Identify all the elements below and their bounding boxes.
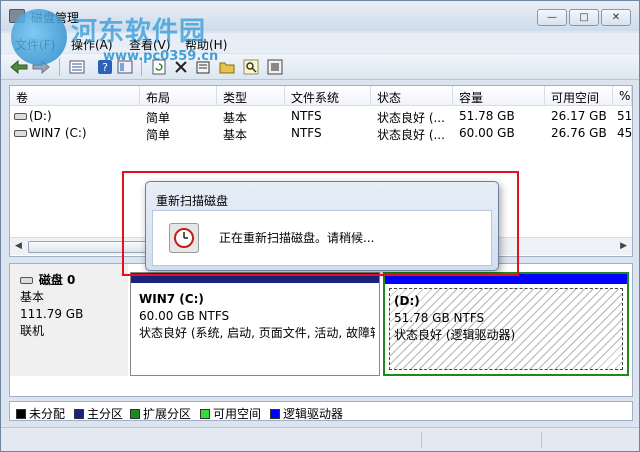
cell-filesystem: NTFS	[291, 126, 322, 140]
partition-c[interactable]: WIN7 (C:) 60.00 GB NTFS 状态良好 (系统, 启动, 页面…	[130, 272, 380, 376]
cell-layout: 简单	[146, 128, 171, 142]
partition-name: (D:)	[394, 294, 420, 308]
col-volume[interactable]: 卷	[10, 86, 140, 106]
cell-capacity: 51.78 GB	[459, 109, 515, 123]
cell-percent: 45	[617, 126, 633, 140]
disk-type: 基本	[20, 290, 45, 304]
cell-volume: WIN7 (C:)	[29, 126, 87, 140]
open-icon[interactable]	[217, 57, 237, 77]
swatch-icon	[270, 409, 280, 419]
toolbar: ?	[1, 54, 639, 80]
legend-extended: 扩展分区	[130, 405, 191, 422]
cell-free-space: 26.76 GB	[551, 126, 607, 140]
disk-state: 联机	[20, 324, 45, 338]
col-filesystem[interactable]: 文件系统	[285, 86, 371, 106]
legend-free-space: 可用空间	[200, 405, 261, 422]
disk-size: 111.79 GB	[20, 307, 84, 321]
cell-type: 基本	[223, 111, 248, 125]
partition-size: 51.78 GB NTFS	[394, 311, 485, 325]
forward-arrow-icon[interactable]	[31, 57, 51, 77]
scroll-right-icon[interactable]: ▶	[620, 241, 627, 251]
refresh-icon[interactable]	[149, 57, 169, 77]
help-icon[interactable]: ?	[95, 57, 115, 77]
title-bar: 磁盘管理 — □ ✕	[1, 1, 639, 31]
show-hide-icon[interactable]	[115, 57, 135, 77]
partition-status: 状态良好 (逻辑驱动器)	[394, 328, 516, 342]
col-status[interactable]: 状态	[371, 86, 453, 106]
maximize-button[interactable]: □	[569, 9, 599, 26]
cell-status: 状态良好 (...	[377, 128, 445, 142]
legend-logical-drive: 逻辑驱动器	[270, 405, 343, 422]
drive-icon	[14, 113, 27, 120]
menu-bar: 文件(F) 操作(A) 查看(V) 帮助(H)	[1, 33, 639, 53]
delete-icon[interactable]	[171, 57, 191, 77]
partition-size: 60.00 GB NTFS	[139, 309, 230, 323]
disk-icon	[20, 277, 33, 284]
disk-map: 磁盘 0 基本 111.79 GB 联机 WIN7 (C:) 60.00 GB …	[9, 263, 633, 397]
cell-status: 状态良好 (...	[377, 111, 445, 125]
back-arrow-icon[interactable]	[9, 57, 29, 77]
col-layout[interactable]: 布局	[140, 86, 217, 106]
window-title: 磁盘管理	[31, 11, 80, 25]
menu-action[interactable]: 操作(A)	[71, 36, 113, 53]
close-button[interactable]: ✕	[601, 9, 631, 26]
properties-icon[interactable]	[193, 57, 213, 77]
svg-text:?: ?	[102, 61, 108, 74]
swatch-icon	[130, 409, 140, 419]
swatch-icon	[74, 409, 84, 419]
drive-icon	[14, 130, 27, 137]
cell-type: 基本	[223, 128, 248, 142]
search-icon[interactable]	[241, 57, 261, 77]
list-view-icon[interactable]	[67, 57, 87, 77]
export-icon[interactable]	[265, 57, 285, 77]
cell-capacity: 60.00 GB	[459, 126, 515, 140]
scroll-left-icon[interactable]: ◀	[15, 241, 22, 251]
col-free-space[interactable]: 可用空间	[545, 86, 613, 106]
legend: 未分配 主分区 扩展分区 可用空间 逻辑驱动器	[9, 401, 633, 421]
disk-management-icon	[9, 9, 25, 23]
col-capacity[interactable]: 容量	[453, 86, 545, 106]
cell-volume: (D:)	[29, 109, 52, 123]
menu-help[interactable]: 帮助(H)	[185, 36, 227, 53]
window-controls: — □ ✕	[537, 9, 631, 26]
cell-percent: 51	[617, 109, 633, 123]
disk-name: 磁盘 0	[38, 273, 76, 287]
cell-layout: 简单	[146, 111, 171, 125]
legend-unallocated: 未分配	[16, 405, 65, 422]
highlight-frame	[122, 171, 519, 276]
col-percent[interactable]: %	[613, 86, 632, 106]
disk-management-window: 磁盘管理 — □ ✕ 文件(F) 操作(A) 查看(V) 帮助(H) ? 卷 布…	[0, 0, 640, 452]
swatch-icon	[16, 409, 26, 419]
cell-free-space: 26.17 GB	[551, 109, 607, 123]
menu-view[interactable]: 查看(V)	[129, 36, 171, 53]
status-bar	[1, 427, 639, 451]
partition-name: WIN7 (C:)	[139, 292, 204, 306]
legend-primary: 主分区	[74, 405, 123, 422]
col-type[interactable]: 类型	[217, 86, 285, 106]
swatch-icon	[200, 409, 210, 419]
minimize-button[interactable]: —	[537, 9, 567, 26]
partition-d[interactable]: (D:) 51.78 GB NTFS 状态良好 (逻辑驱动器)	[383, 272, 629, 376]
menu-file[interactable]: 文件(F)	[15, 36, 55, 53]
cell-filesystem: NTFS	[291, 109, 322, 123]
partition-status: 状态良好 (系统, 启动, 页面文件, 活动, 故障转	[139, 326, 375, 340]
disk-0-label[interactable]: 磁盘 0 基本 111.79 GB 联机	[10, 264, 128, 376]
